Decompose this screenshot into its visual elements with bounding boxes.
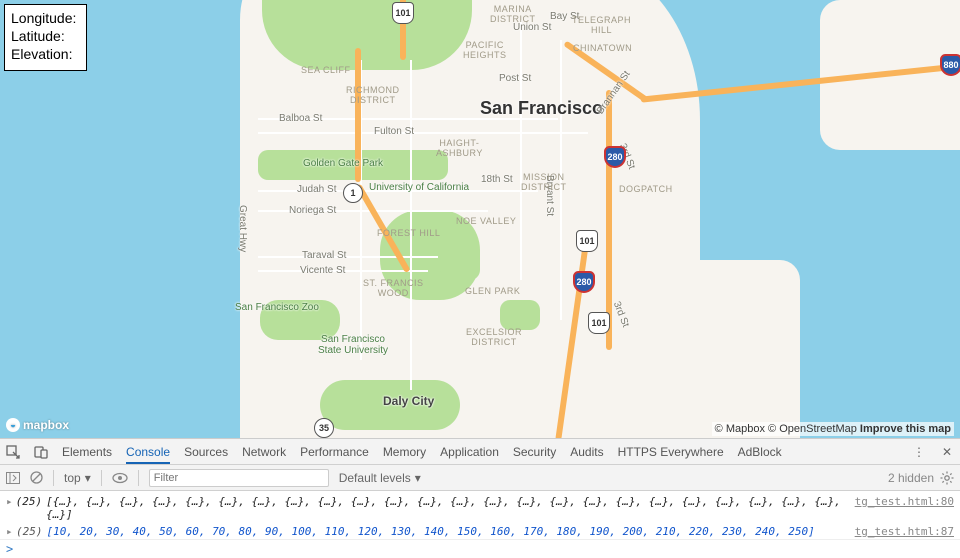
log-levels-selector[interactable]: Default levels ▾ xyxy=(339,471,421,485)
map-attribution: © Mapbox © OpenStreetMap Improve this ma… xyxy=(712,422,954,436)
tab-security[interactable]: Security xyxy=(513,440,556,464)
console-log-row[interactable]: ▸ (25) [10, 20, 30, 40, 50, 60, 70, 80, … xyxy=(6,523,954,539)
mapbox-logo[interactable]: ◒ mapbox xyxy=(6,418,69,432)
hwy-1-park xyxy=(355,48,361,182)
attrib-improve-link[interactable]: Improve this map xyxy=(860,423,951,435)
log-source-link[interactable]: tg_test.html:87 xyxy=(845,525,954,538)
separator xyxy=(138,470,139,486)
log-levels-label: Default levels xyxy=(339,471,411,485)
console-sidebar-toggle-icon[interactable] xyxy=(6,472,20,484)
context-selector-label: top xyxy=(64,471,81,485)
log-array-length: (25) xyxy=(16,525,43,538)
device-toolbar-icon[interactable] xyxy=(34,445,48,459)
live-expression-icon[interactable] xyxy=(112,472,128,484)
tab-elements[interactable]: Elements xyxy=(62,440,112,464)
road xyxy=(258,190,538,192)
attrib-osm-link[interactable]: © OpenStreetMap xyxy=(768,423,857,435)
shield-880: 880 xyxy=(940,54,960,76)
map-canvas[interactable]: Longitude: Latitude: Elevation: San Fran… xyxy=(0,0,960,438)
filter-input[interactable] xyxy=(149,469,329,487)
devtools-close-icon[interactable]: ✕ xyxy=(940,445,954,459)
park-presidio xyxy=(262,0,472,70)
road xyxy=(258,118,558,120)
tab-https-everywhere[interactable]: HTTPS Everywhere xyxy=(618,440,724,464)
road xyxy=(410,60,412,390)
park-golden-gate xyxy=(258,150,448,180)
shield-1: 1 xyxy=(343,183,363,203)
console-prompt[interactable]: > xyxy=(0,539,960,558)
log-array-preview: [10, 20, 30, 40, 50, 60, 70, 80, 90, 100… xyxy=(47,525,815,538)
shield-280-b: 280 xyxy=(573,271,595,293)
hwy-101-s xyxy=(606,90,612,350)
devtools-tabbar: Elements Console Sources Network Perform… xyxy=(0,439,960,465)
park-glen-canyon xyxy=(440,250,480,280)
log-array-length: (25) xyxy=(16,495,43,508)
inspect-element-icon[interactable] xyxy=(6,445,20,459)
separator xyxy=(53,470,54,486)
latitude-label: Latitude: xyxy=(11,27,76,45)
separator xyxy=(101,470,102,486)
tab-console[interactable]: Console xyxy=(126,440,170,464)
chevron-down-icon: ▾ xyxy=(415,471,421,485)
mapbox-logo-text: mapbox xyxy=(23,418,69,432)
road xyxy=(258,132,588,134)
shield-101-c: 101 xyxy=(588,312,610,334)
road xyxy=(258,270,428,272)
tab-audits[interactable]: Audits xyxy=(570,440,603,464)
shield-101-b: 101 xyxy=(576,230,598,252)
devtools-menu-icon[interactable]: ⋮ xyxy=(912,445,926,459)
tab-application[interactable]: Application xyxy=(440,440,499,464)
longitude-label: Longitude: xyxy=(11,9,76,27)
road xyxy=(520,20,522,280)
shield-35: 35 xyxy=(314,418,334,438)
shield-280-a: 280 xyxy=(604,146,626,168)
log-source-link[interactable]: tg_test.html:80 xyxy=(845,495,954,508)
shield-101-a: 101 xyxy=(392,2,414,24)
mapbox-logo-icon: ◒ xyxy=(6,418,20,432)
park-lake-merced xyxy=(260,300,340,340)
log-array-preview: [{…}, {…}, {…}, {…}, {…}, {…}, {…}, {…},… xyxy=(46,495,845,521)
console-output[interactable]: ▸ (25) [{…}, {…}, {…}, {…}, {…}, {…}, {…… xyxy=(0,491,960,539)
prompt-chevron-icon: > xyxy=(6,542,13,556)
attrib-mapbox-link[interactable]: © Mapbox xyxy=(715,423,765,435)
tab-performance[interactable]: Performance xyxy=(300,440,369,464)
hidden-messages-count[interactable]: 2 hidden xyxy=(888,471,934,485)
tab-adblock[interactable]: AdBlock xyxy=(738,440,782,464)
expand-toggle-icon[interactable]: ▸ xyxy=(6,495,16,508)
coordinates-overlay: Longitude: Latitude: Elevation: xyxy=(4,4,87,71)
tab-memory[interactable]: Memory xyxy=(383,440,426,464)
console-toolbar: top ▾ Default levels ▾ 2 hidden xyxy=(0,465,960,491)
tab-sources[interactable]: Sources xyxy=(184,440,228,464)
elevation-label: Elevation: xyxy=(11,45,76,63)
context-selector[interactable]: top ▾ xyxy=(64,471,91,485)
console-log-row[interactable]: ▸ (25) [{…}, {…}, {…}, {…}, {…}, {…}, {…… xyxy=(6,493,954,523)
devtools-panel: Elements Console Sources Network Perform… xyxy=(0,438,960,558)
tab-network[interactable]: Network xyxy=(242,440,286,464)
console-settings-icon[interactable] xyxy=(940,471,954,485)
park-mclaren xyxy=(500,300,540,330)
clear-console-icon[interactable] xyxy=(30,471,43,484)
road xyxy=(560,40,562,320)
chevron-down-icon: ▾ xyxy=(85,471,91,485)
expand-toggle-icon[interactable]: ▸ xyxy=(6,525,16,538)
park-san-bruno xyxy=(320,380,460,430)
